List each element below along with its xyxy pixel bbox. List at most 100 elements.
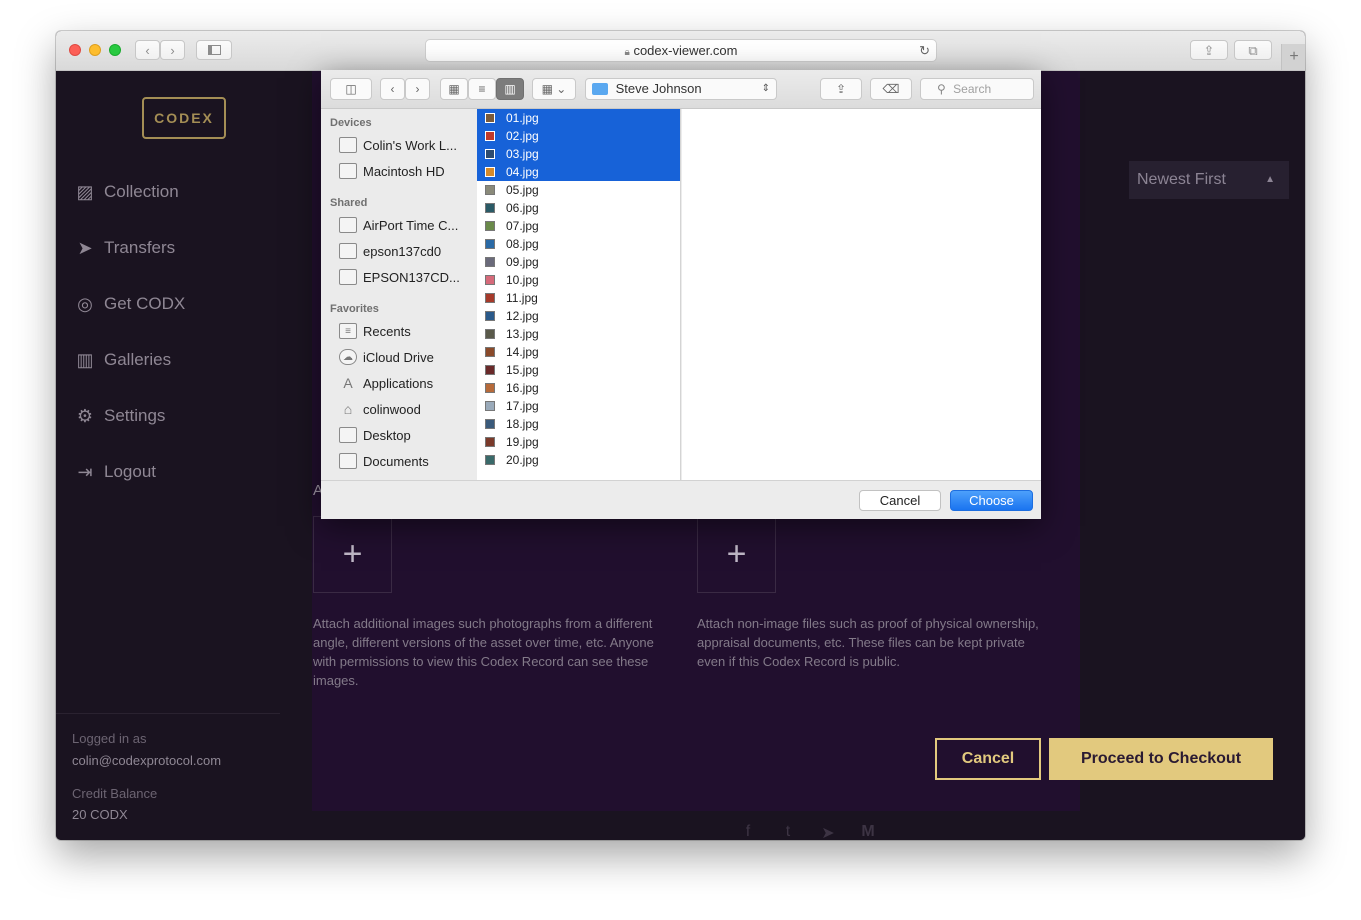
sidebar-heading-devices: Devices [330, 117, 372, 129]
tabs-button[interactable]: ⧉ [1234, 40, 1272, 60]
nav-item-logout[interactable]: ⇥ Logout [74, 457, 156, 487]
sidebar-item-recents[interactable]: ≡ Recents [339, 319, 477, 343]
file-row[interactable]: 04.jpg [477, 163, 680, 181]
icon-view-button[interactable]: ▦ [440, 78, 468, 100]
reload-icon[interactable]: ↻ [919, 40, 930, 61]
file-row[interactable]: 12.jpg [477, 307, 680, 325]
new-tab-button[interactable]: + [1281, 44, 1305, 70]
choose-button[interactable]: Choose [950, 490, 1033, 511]
file-name: 17.jpg [506, 399, 539, 413]
add-images-button[interactable]: + [313, 516, 392, 593]
plus-icon: + [1289, 48, 1299, 65]
dialog-footer: Cancel Choose [321, 480, 1041, 519]
sidebar-item-label: Macintosh HD [363, 163, 445, 179]
minimize-window-button[interactable] [89, 44, 101, 56]
sidebar-item-applications[interactable]: A Applications [339, 371, 477, 395]
file-name: 05.jpg [506, 183, 539, 197]
close-window-button[interactable] [69, 44, 81, 56]
list-view-button[interactable]: ≡ [468, 78, 496, 100]
nav-item-get-codx[interactable]: ◎ Get CODX [74, 289, 185, 319]
file-row[interactable]: 18.jpg [477, 415, 680, 433]
tag-button[interactable]: ⌫ [870, 78, 912, 100]
logout-icon: ⇥ [77, 461, 93, 482]
proceed-to-checkout-button[interactable]: Proceed to Checkout [1049, 738, 1273, 780]
group-by-button[interactable]: ▦ ⌄ [532, 78, 576, 100]
file-row[interactable]: 16.jpg [477, 379, 680, 397]
location-text: Steve Johnson [615, 81, 702, 96]
image-thumbnail-icon [485, 365, 495, 375]
file-column[interactable]: 01.jpg 02.jpg 03.jpg 04.jpg 05.jpg 06.jpg 07.j… [477, 109, 681, 480]
forward-button[interactable]: › [160, 40, 185, 60]
account-email: colin@codexprotocol.com [72, 753, 222, 768]
file-row[interactable]: 14.jpg [477, 343, 680, 361]
file-row[interactable]: 09.jpg [477, 253, 680, 271]
share-icon: ⇪ [1203, 43, 1215, 58]
file-row[interactable]: 01.jpg [477, 109, 680, 127]
sort-select[interactable]: Newest First ▲ [1129, 161, 1289, 199]
image-thumbnail-icon [485, 329, 495, 339]
image-thumbnail-icon [485, 311, 495, 321]
facebook-icon[interactable]: f [736, 823, 760, 840]
nav-item-settings[interactable]: ⚙ Settings [74, 401, 166, 431]
telegram-icon[interactable]: ➤ [816, 823, 840, 840]
file-row[interactable]: 20.jpg [477, 451, 680, 469]
sidebar-item-colinwood[interactable]: ⌂ colinwood [339, 397, 477, 421]
file-name: 02.jpg [506, 129, 539, 143]
location-popup[interactable]: Steve Johnson ⇕ [585, 78, 777, 100]
column-view-button[interactable]: ▥ [496, 78, 524, 100]
add-files-button[interactable]: + [697, 516, 776, 593]
cancel-button[interactable]: Cancel [935, 738, 1041, 780]
file-row[interactable]: 08.jpg [477, 235, 680, 253]
file-row[interactable]: 05.jpg [477, 181, 680, 199]
sidebar-item-epson137cd0[interactable]: epson137cd0 [339, 239, 477, 263]
image-thumbnail-icon [485, 149, 495, 159]
sidebar-toggle-button[interactable] [196, 40, 232, 60]
dialog-cancel-button[interactable]: Cancel [859, 490, 941, 511]
display-icon [339, 243, 357, 259]
file-row[interactable]: 13.jpg [477, 325, 680, 343]
medium-icon[interactable]: M [856, 823, 880, 840]
updown-chevron-icon: ▲ [1265, 174, 1275, 185]
file-row[interactable]: 15.jpg [477, 361, 680, 379]
file-row[interactable]: 10.jpg [477, 271, 680, 289]
nav-item-galleries[interactable]: ▥ Galleries [74, 345, 171, 375]
twitter-icon[interactable]: t [776, 823, 800, 840]
file-row[interactable]: 07.jpg [477, 217, 680, 235]
paper-plane-icon: ➤ [77, 237, 93, 258]
file-row[interactable]: 17.jpg [477, 397, 680, 415]
share-button[interactable]: ⇪ [820, 78, 862, 100]
sidebar-item-epson137cd-network[interactable]: EPSON137CD... [339, 265, 477, 289]
plus-icon: + [726, 535, 747, 573]
nav-item-transfers[interactable]: ➤ Transfers [74, 233, 175, 263]
sidebar-item-documents[interactable]: Documents [339, 449, 477, 473]
sidebar-item-label: AirPort Time C... [363, 217, 459, 233]
file-row[interactable]: 11.jpg [477, 289, 680, 307]
file-row[interactable]: 06.jpg [477, 199, 680, 217]
nav-item-collection[interactable]: ▨ Collection [74, 177, 178, 207]
file-row[interactable]: 19.jpg [477, 433, 680, 451]
list-icon: ≡ [478, 82, 486, 96]
codex-logo[interactable]: CODEX [142, 97, 226, 139]
file-name: 19.jpg [506, 435, 539, 449]
sidebar-heading-shared: Shared [330, 197, 368, 209]
forward-button[interactable]: › [405, 78, 430, 100]
back-button[interactable]: ‹ [380, 78, 405, 100]
sidebar-toggle-button[interactable]: ◫ [330, 78, 372, 100]
share-button[interactable]: ⇪ [1190, 40, 1228, 60]
sidebar-item-icloud-drive[interactable]: ☁ iCloud Drive [339, 345, 477, 369]
file-name: 01.jpg [506, 111, 539, 125]
back-button[interactable]: ‹ [135, 40, 160, 60]
sidebar-item-work-laptop[interactable]: Colin's Work L... [339, 133, 477, 157]
zoom-window-button[interactable] [109, 44, 121, 56]
image-thumbnail-icon [485, 275, 495, 285]
image-thumbnail-icon [485, 131, 495, 141]
credit-balance-label: Credit Balance [72, 786, 158, 801]
search-field[interactable]: ⚲ Search [920, 78, 1034, 100]
sidebar-item-desktop[interactable]: Desktop [339, 423, 477, 447]
sidebar-item-macintosh-hd[interactable]: Macintosh HD [339, 159, 477, 183]
document-icon [339, 453, 357, 469]
file-row[interactable]: 02.jpg [477, 127, 680, 145]
file-row[interactable]: 03.jpg [477, 145, 680, 163]
address-bar[interactable]: 🔒︎ codex-viewer.com ↻ [425, 39, 937, 62]
sidebar-item-airport-time-capsule[interactable]: AirPort Time C... [339, 213, 477, 237]
